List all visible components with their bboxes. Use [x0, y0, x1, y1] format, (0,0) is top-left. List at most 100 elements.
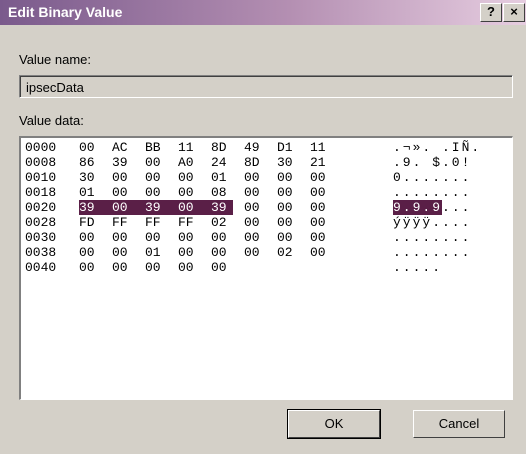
hex-byte[interactable]: 02: [277, 245, 299, 260]
hex-byte[interactable]: 00: [145, 170, 167, 185]
hex-byte[interactable]: 00: [145, 155, 167, 170]
hex-byte[interactable]: 00: [310, 170, 332, 185]
hex-row[interactable]: 0028 FD FF FF FF 02 00 00 00 ýÿÿÿ....: [21, 215, 512, 230]
hex-byte[interactable]: BB: [145, 140, 167, 155]
hex-byte[interactable]: 00: [145, 185, 167, 200]
hex-row[interactable]: 0018 01 00 00 00 08 00 00 00........: [21, 185, 512, 200]
hex-row[interactable]: 0020 39 00 39 00 39 00 00 00 9.9.9...: [21, 200, 512, 215]
hex-address: 0030: [25, 230, 57, 245]
hex-ascii[interactable]: ........: [393, 185, 471, 200]
hex-ascii[interactable]: ýÿÿÿ....: [393, 215, 471, 230]
hex-row[interactable]: 0030 00 00 00 00 00 00 00 00........: [21, 230, 512, 245]
hex-editor[interactable]: 0000 00 AC BB 11 8D 49 D1 11 .¬». .IÑ. 0008 86 39 00 A…: [19, 136, 513, 400]
hex-byte[interactable]: 11: [178, 140, 200, 155]
cancel-button[interactable]: Cancel: [413, 410, 505, 438]
hex-byte[interactable]: 00: [79, 140, 101, 155]
hex-byte[interactable]: 00: [178, 260, 200, 275]
hex-byte[interactable]: 39: [79, 200, 112, 215]
hex-byte[interactable]: 00: [112, 230, 134, 245]
help-button[interactable]: ?: [480, 3, 502, 22]
hex-byte[interactable]: 00: [244, 245, 266, 260]
hex-byte[interactable]: 00: [244, 200, 266, 215]
hex-byte[interactable]: D1: [277, 140, 299, 155]
value-name-label: Value name:: [19, 52, 92, 67]
hex-byte[interactable]: FD: [79, 215, 101, 230]
hex-row[interactable]: 0000 00 AC BB 11 8D 49 D1 11 .¬». .IÑ.: [21, 140, 512, 155]
hex-byte[interactable]: 00: [310, 185, 332, 200]
hex-byte[interactable]: 24: [211, 155, 233, 170]
hex-address: 0038: [25, 245, 57, 260]
hex-ascii[interactable]: .¬». .IÑ.: [393, 140, 481, 155]
hex-byte[interactable]: 00: [79, 245, 101, 260]
hex-byte[interactable]: 00: [79, 230, 101, 245]
hex-byte[interactable]: 8D: [211, 140, 233, 155]
hex-ascii[interactable]: .....: [393, 260, 442, 275]
hex-address: 0018: [25, 185, 57, 200]
hex-ascii[interactable]: 0.......: [393, 170, 471, 185]
hex-byte[interactable]: 00: [277, 200, 299, 215]
hex-byte[interactable]: 30: [277, 155, 299, 170]
hex-byte[interactable]: 00: [211, 260, 233, 275]
hex-byte[interactable]: AC: [112, 140, 134, 155]
hex-byte[interactable]: 02: [211, 215, 233, 230]
hex-byte[interactable]: 08: [211, 185, 233, 200]
hex-byte[interactable]: 00: [277, 170, 299, 185]
hex-byte[interactable]: FF: [178, 215, 200, 230]
close-button[interactable]: ×: [503, 3, 525, 22]
hex-byte[interactable]: 00: [211, 245, 233, 260]
hex-byte[interactable]: 00: [310, 230, 332, 245]
hex-row[interactable]: 0040 00 00 00 00 00.....: [21, 260, 512, 275]
hex-byte[interactable]: 11: [310, 140, 332, 155]
hex-address: 0020: [25, 200, 57, 215]
window-title: Edit Binary Value: [8, 4, 123, 20]
hex-byte[interactable]: 01: [79, 185, 101, 200]
hex-byte[interactable]: 00: [277, 215, 299, 230]
hex-byte[interactable]: 01: [145, 245, 167, 260]
hex-ascii[interactable]: ........: [393, 245, 471, 260]
hex-byte[interactable]: 00: [178, 170, 200, 185]
hex-byte[interactable]: 00: [112, 245, 134, 260]
hex-byte[interactable]: 30: [79, 170, 101, 185]
hex-ascii[interactable]: ........: [393, 230, 471, 245]
hex-row[interactable]: 0038 00 00 01 00 00 00 02 00........: [21, 245, 512, 260]
hex-byte[interactable]: 00: [244, 215, 266, 230]
hex-ascii[interactable]: 9.9.9...: [393, 200, 471, 215]
hex-byte[interactable]: 00: [79, 260, 101, 275]
title-bar[interactable]: Edit Binary Value ? ×: [0, 0, 526, 25]
hex-byte[interactable]: 49: [244, 140, 266, 155]
hex-byte[interactable]: 00: [178, 245, 200, 260]
hex-byte[interactable]: 86: [79, 155, 101, 170]
hex-byte[interactable]: 00: [112, 260, 134, 275]
ok-button[interactable]: OK: [287, 409, 381, 439]
hex-byte[interactable]: 00: [310, 245, 332, 260]
hex-byte[interactable]: 00: [310, 215, 332, 230]
hex-byte[interactable]: 00: [244, 185, 266, 200]
hex-byte[interactable]: 00: [112, 200, 145, 215]
hex-byte[interactable]: 00: [145, 260, 167, 275]
hex-byte[interactable]: 39: [145, 200, 178, 215]
hex-byte[interactable]: 00: [277, 230, 299, 245]
hex-byte[interactable]: 8D: [244, 155, 266, 170]
hex-byte[interactable]: 21: [310, 155, 332, 170]
hex-byte[interactable]: 00: [178, 230, 200, 245]
hex-byte[interactable]: 00: [244, 230, 266, 245]
hex-byte[interactable]: 39: [211, 200, 233, 215]
hex-byte[interactable]: FF: [145, 215, 167, 230]
hex-byte[interactable]: FF: [112, 215, 134, 230]
hex-row[interactable]: 0008 86 39 00 A0 24 8D 30 21 .9. $.0!: [21, 155, 512, 170]
hex-byte[interactable]: 00: [178, 200, 211, 215]
hex-byte[interactable]: 00: [145, 230, 167, 245]
hex-byte[interactable]: 39: [112, 155, 134, 170]
value-name-field[interactable]: ipsecData: [19, 75, 513, 98]
hex-ascii[interactable]: .9. $.0!: [393, 155, 471, 170]
hex-row[interactable]: 0010 30 00 00 00 01 00 00 00 0.......: [21, 170, 512, 185]
hex-byte[interactable]: 00: [112, 185, 134, 200]
hex-byte[interactable]: 00: [112, 170, 134, 185]
hex-byte[interactable]: 00: [211, 230, 233, 245]
hex-byte[interactable]: A0: [178, 155, 200, 170]
hex-byte[interactable]: 00: [310, 200, 332, 215]
hex-byte[interactable]: 00: [277, 185, 299, 200]
hex-byte[interactable]: 00: [244, 170, 266, 185]
hex-byte[interactable]: 00: [178, 185, 200, 200]
hex-byte[interactable]: 01: [211, 170, 233, 185]
